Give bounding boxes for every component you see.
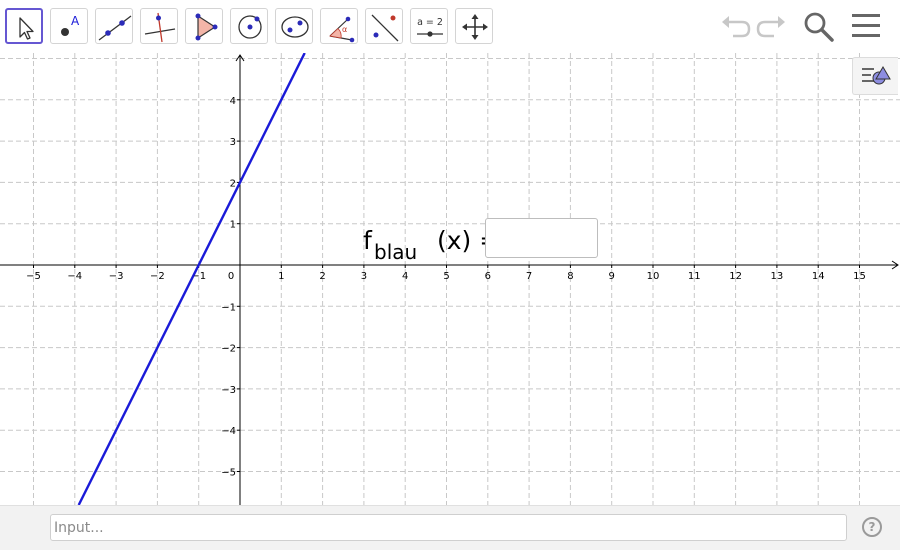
function-subscript: blau — [374, 240, 418, 264]
x-tick-label: 0 — [228, 271, 234, 282]
x-tick-label: −3 — [109, 271, 124, 282]
algebra-view-toggle-icon — [862, 66, 891, 85]
reflect-about-line-icon — [371, 14, 399, 42]
function-name: f — [363, 226, 372, 255]
point-tool-label: A — [71, 14, 80, 28]
redo-icon — [756, 16, 785, 38]
undo-icon — [722, 16, 751, 38]
slider-icon: a = 2 — [417, 17, 443, 37]
redo-button[interactable] — [753, 8, 789, 44]
main-menu-button[interactable] — [849, 8, 885, 44]
undo-button[interactable] — [718, 8, 754, 44]
ellipse-icon — [281, 16, 309, 38]
x-tick-label: 5 — [443, 271, 449, 282]
x-tick-label: −2 — [150, 271, 165, 282]
x-tick-label: 15 — [853, 271, 866, 282]
x-tick-label: 6 — [485, 271, 491, 282]
x-tick-label: 13 — [771, 271, 784, 282]
circle-tool-button[interactable] — [230, 8, 268, 44]
x-tick-label: 7 — [526, 271, 532, 282]
x-tick-label: 3 — [361, 271, 367, 282]
slider-tool-button[interactable]: a = 2 — [410, 8, 448, 44]
toolbar: A α a = 2 — [0, 0, 900, 53]
x-tick-label: 8 — [567, 271, 573, 282]
move-graphics-view-tool-button[interactable] — [455, 8, 493, 44]
y-tick-label: −1 — [221, 302, 236, 313]
perpendicular-line-icon — [144, 12, 176, 43]
line-through-points-icon — [98, 15, 132, 41]
x-tick-label: 12 — [729, 271, 742, 282]
x-tick-label: 11 — [688, 271, 701, 282]
y-tick-label: 1 — [230, 220, 236, 231]
graphics-view[interactable]: −5 −4 −3 −2 −1 0 1 2 3 4 5 6 7 8 9 10 11 12 13 14 154321−1−2… — [0, 53, 900, 505]
polygon-icon — [195, 13, 218, 41]
grid — [0, 53, 900, 505]
input-bar: ? — [0, 505, 900, 550]
move-tool-button[interactable] — [5, 8, 43, 44]
x-tick-label: −5 — [26, 271, 41, 282]
point-tool-button[interactable]: A — [50, 8, 88, 44]
angle-tool-label: α — [342, 25, 347, 34]
help-button[interactable]: ? — [862, 517, 882, 537]
line-tool-button[interactable] — [95, 8, 133, 44]
algebra-input-field[interactable] — [50, 514, 847, 541]
tick-labels: −5 −4 −3 −2 −1 0 1 2 3 4 5 6 7 8 9 10 11 12 13 14 154321−1−2… — [26, 96, 866, 479]
perpendicular-line-tool-button[interactable] — [140, 8, 178, 44]
x-tick-label: 9 — [609, 271, 615, 282]
circle-with-center-icon — [238, 15, 262, 39]
reflect-tool-button[interactable] — [365, 8, 403, 44]
move-arrows-icon — [462, 14, 488, 40]
slider-tool-label: a = 2 — [417, 17, 443, 28]
x-tick-label: −4 — [67, 271, 82, 282]
arrow-pointer-icon — [19, 17, 34, 40]
x-tick-label: 2 — [319, 271, 325, 282]
x-tick-label: 1 — [278, 271, 284, 282]
angle-tool-button[interactable]: α — [320, 8, 358, 44]
y-tick-label: 3 — [230, 137, 236, 148]
y-tick-label: −3 — [221, 385, 236, 396]
conic-tool-button[interactable] — [275, 8, 313, 44]
search-button[interactable] — [801, 8, 837, 44]
y-tick-label: 4 — [230, 96, 236, 107]
angle-icon: α — [329, 16, 355, 43]
x-tick-label: 10 — [647, 271, 660, 282]
y-tick-label: −4 — [221, 426, 236, 437]
hamburger-menu-icon — [852, 14, 880, 37]
function-answer-input[interactable] — [485, 218, 598, 258]
x-tick-label: 14 — [812, 271, 825, 282]
x-tick-label: 4 — [402, 271, 408, 282]
point-icon: A — [61, 14, 80, 36]
y-tick-label: −2 — [221, 344, 236, 355]
y-tick-label: 2 — [230, 178, 236, 189]
polygon-tool-button[interactable] — [185, 8, 223, 44]
y-tick-label: −5 — [221, 468, 236, 479]
algebra-view-toggle-button[interactable] — [852, 57, 898, 95]
search-icon — [804, 12, 834, 42]
